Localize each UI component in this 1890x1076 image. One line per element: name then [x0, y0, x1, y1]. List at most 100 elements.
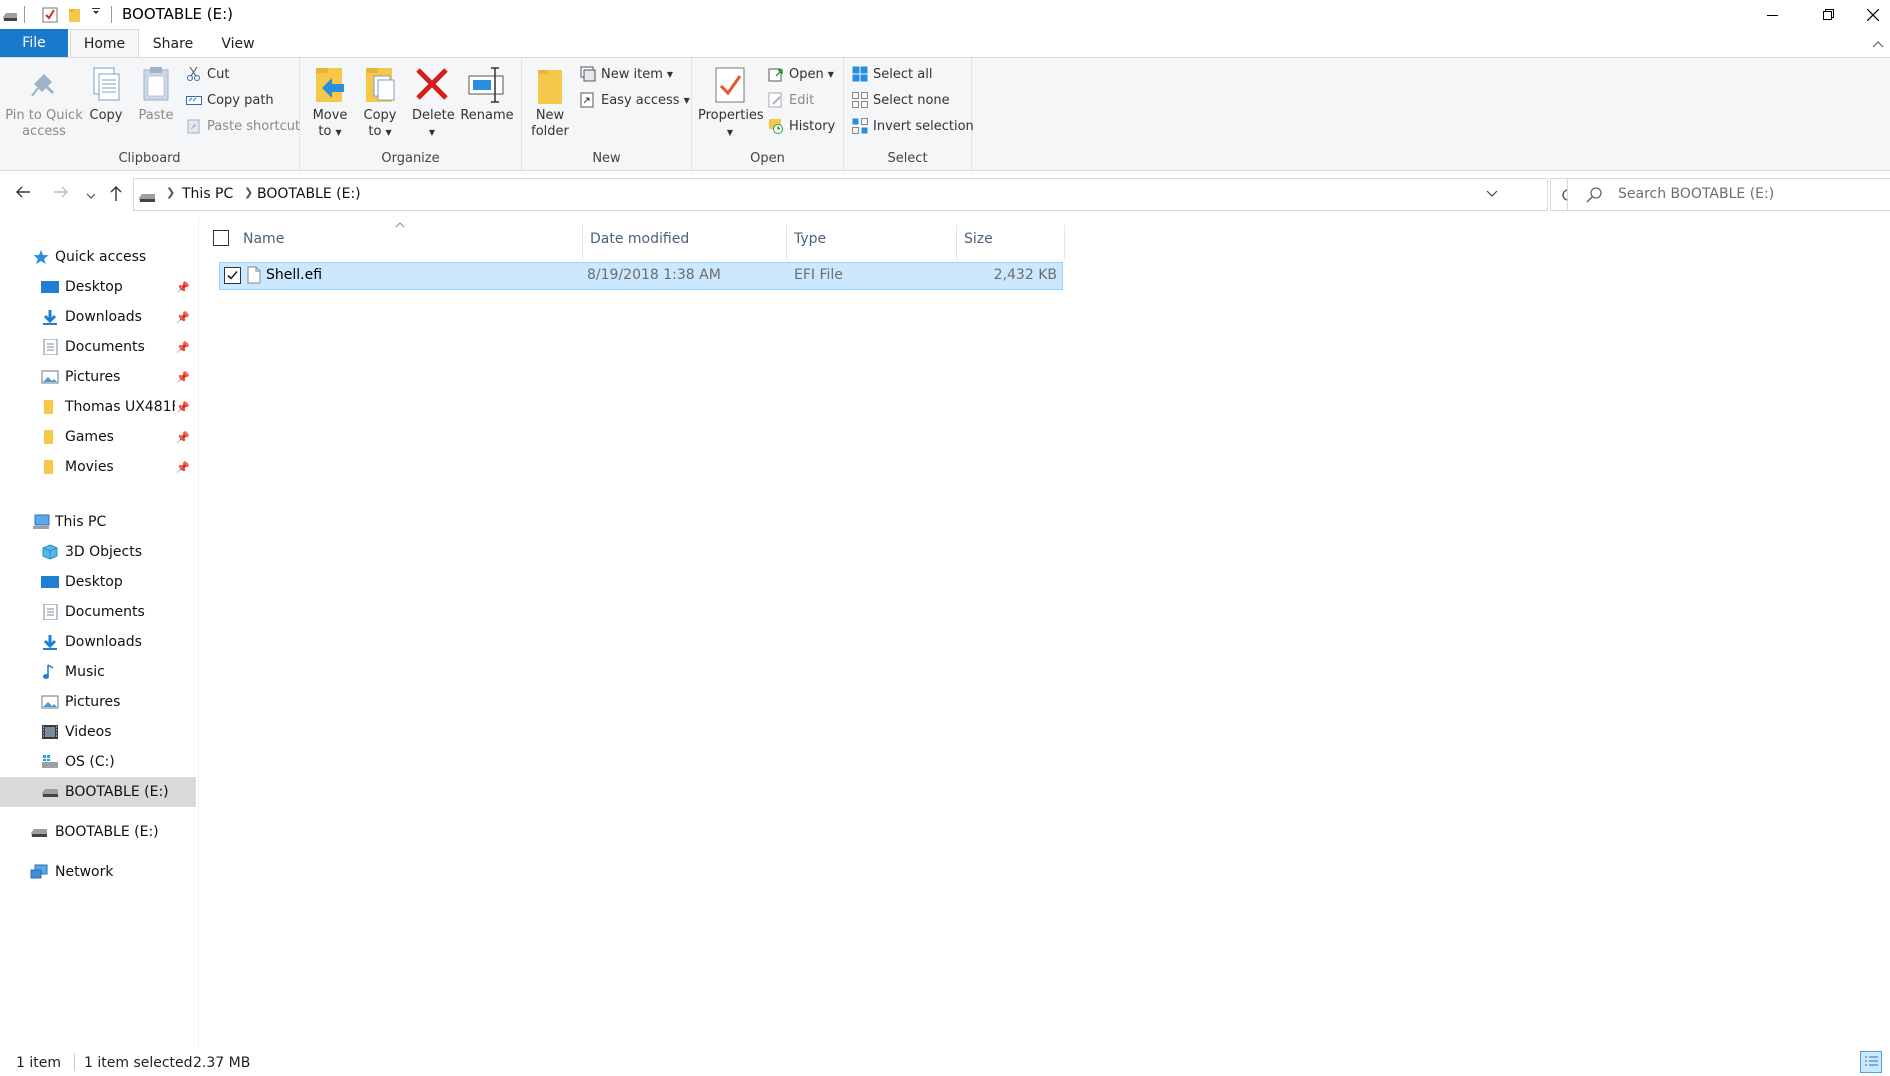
file-row[interactable]: Shell.efi 8/19/2018 1:38 AM EFI File 2,4… — [219, 262, 1063, 290]
copy-button[interactable]: Copy — [84, 64, 128, 124]
pin-icon — [24, 64, 64, 106]
drive-icon — [2, 10, 18, 26]
details-view-button[interactable] — [1860, 1051, 1882, 1073]
nav-quick-games[interactable]: Games 📌 — [0, 422, 196, 452]
recent-locations-button[interactable] — [86, 186, 96, 205]
nav-pc-3d-objects[interactable]: 3D Objects — [0, 537, 196, 567]
move-to-button[interactable]: Move to ▼ — [310, 64, 350, 141]
tab-share[interactable]: Share — [150, 29, 196, 58]
nav-label: Documents — [65, 604, 145, 620]
column-divider[interactable] — [786, 225, 787, 260]
pin-to-quick-access-button[interactable]: Pin to Quick access — [4, 64, 84, 140]
breadcrumb-chevron-icon[interactable]: ❯ — [166, 186, 175, 199]
nav-pc-bootable-e[interactable]: BOOTABLE (E:) — [0, 777, 196, 807]
easy-access-icon — [580, 92, 596, 108]
nav-label: Videos — [65, 724, 112, 740]
nav-label: Pictures — [65, 369, 121, 385]
address-history-dropdown[interactable] — [1486, 187, 1498, 201]
new-item-button[interactable]: New item ▼ — [580, 66, 673, 82]
new-folder-button[interactable]: New folder — [528, 64, 572, 140]
nav-quick-access[interactable]: Quick access — [0, 242, 196, 272]
new-folder-quick-icon[interactable] — [68, 7, 82, 27]
column-header-type[interactable]: Type — [794, 218, 954, 260]
nav-pc-downloads[interactable]: Downloads — [0, 627, 196, 657]
pin-icon[interactable]: 📌 — [176, 341, 190, 354]
column-divider[interactable] — [956, 225, 957, 260]
open-button[interactable]: Open ▼ — [768, 66, 834, 82]
pin-icon[interactable]: 📌 — [176, 371, 190, 384]
column-divider[interactable] — [582, 225, 583, 260]
organize-group-label: Organize — [381, 151, 440, 166]
rename-button[interactable]: Rename — [460, 64, 514, 124]
pin-icon[interactable]: 📌 — [176, 401, 190, 414]
search-input[interactable] — [1618, 186, 1888, 202]
search-box[interactable] — [1567, 178, 1890, 211]
copy-path-button[interactable]: Copy path — [186, 92, 274, 108]
delete-button[interactable]: Delete ▼ — [412, 64, 455, 141]
column-name-label: Name — [243, 231, 285, 247]
close-button[interactable] — [1856, 0, 1890, 29]
nav-pc-videos[interactable]: Videos — [0, 717, 196, 747]
file-name[interactable]: Shell.efi — [266, 267, 322, 283]
edit-button[interactable]: Edit — [768, 92, 814, 108]
pin-icon[interactable]: 📌 — [176, 461, 190, 474]
collapse-ribbon-icon[interactable] — [1872, 37, 1884, 51]
breadcrumb-chevron-icon[interactable]: ❯ — [244, 186, 253, 199]
invert-selection-label: Invert selection — [873, 118, 974, 134]
pin-icon[interactable]: 📌 — [176, 311, 190, 324]
nav-quick-movies[interactable]: Movies 📌 — [0, 452, 196, 482]
network-icon — [30, 864, 48, 880]
properties-label: Properties — [698, 108, 764, 123]
pin-icon[interactable]: 📌 — [176, 431, 190, 444]
nav-quick-desktop[interactable]: Desktop 📌 — [0, 272, 196, 302]
select-all-checkbox[interactable] — [213, 230, 229, 246]
restore-button[interactable] — [1800, 0, 1857, 29]
paste-shortcut-button[interactable]: Paste shortcut — [186, 118, 300, 134]
nav-pc-music[interactable]: Music — [0, 657, 196, 687]
customize-quick-access-toolbar-icon[interactable] — [91, 6, 101, 19]
invert-selection-button[interactable]: Invert selection — [852, 118, 974, 134]
paste-button[interactable]: Paste — [134, 64, 178, 124]
nav-pc-pictures[interactable]: Pictures — [0, 687, 196, 717]
address-bar[interactable]: ❯ This PC ❯ BOOTABLE (E:) — [133, 178, 1548, 211]
column-divider[interactable] — [1064, 225, 1065, 260]
minimize-button[interactable] — [1744, 0, 1801, 29]
row-checkbox[interactable] — [224, 267, 241, 284]
copy-to-button[interactable]: Copy to ▼ — [360, 64, 400, 141]
column-header-name[interactable]: Name — [243, 218, 579, 260]
properties-quick-icon[interactable] — [42, 7, 58, 27]
back-button[interactable] — [14, 184, 32, 204]
cut-button[interactable]: Cut — [186, 66, 229, 82]
nav-quick-pictures[interactable]: Pictures 📌 — [0, 362, 196, 392]
nav-network[interactable]: Network — [0, 857, 196, 887]
nav-quick-documents[interactable]: Documents 📌 — [0, 332, 196, 362]
breadcrumb-bootable[interactable]: BOOTABLE (E:) — [257, 186, 361, 202]
nav-label: BOOTABLE (E:) — [65, 784, 169, 800]
tab-view[interactable]: View — [212, 29, 264, 58]
nav-pc-desktop[interactable]: Desktop — [0, 567, 196, 597]
nav-this-pc[interactable]: This PC — [0, 507, 196, 537]
select-none-button[interactable]: Select none — [852, 92, 950, 108]
nav-pc-documents[interactable]: Documents — [0, 597, 196, 627]
column-header-date-modified[interactable]: Date modified — [590, 218, 784, 260]
breadcrumb-this-pc[interactable]: This PC — [182, 186, 233, 202]
pin-icon[interactable]: 📌 — [176, 281, 190, 294]
easy-access-button[interactable]: Easy access ▼ — [580, 92, 690, 108]
forward-button[interactable] — [52, 184, 70, 204]
history-button[interactable]: History — [768, 118, 835, 134]
nav-quick-downloads[interactable]: Downloads 📌 — [0, 302, 196, 332]
nav-bootable-e[interactable]: BOOTABLE (E:) — [0, 817, 196, 847]
nav-quick-thomas[interactable]: Thomas UX481FL 📌 — [0, 392, 196, 422]
pictures-icon — [41, 369, 59, 385]
column-header-size[interactable]: Size — [964, 218, 1064, 260]
select-all-button[interactable]: Select all — [852, 66, 932, 82]
tab-home[interactable]: Home — [70, 29, 139, 58]
chevron-down-icon: ▼ — [827, 69, 834, 79]
large-icons-view-button[interactable] — [1884, 1051, 1890, 1073]
tab-file[interactable]: File — [0, 29, 68, 57]
ribbon-tabs: File Home Share View — [0, 29, 1890, 58]
documents-icon — [41, 338, 59, 356]
nav-pc-os-c[interactable]: OS (C:) — [0, 747, 196, 777]
properties-button[interactable]: Properties ▼ — [698, 64, 764, 141]
up-button[interactable] — [108, 184, 124, 206]
